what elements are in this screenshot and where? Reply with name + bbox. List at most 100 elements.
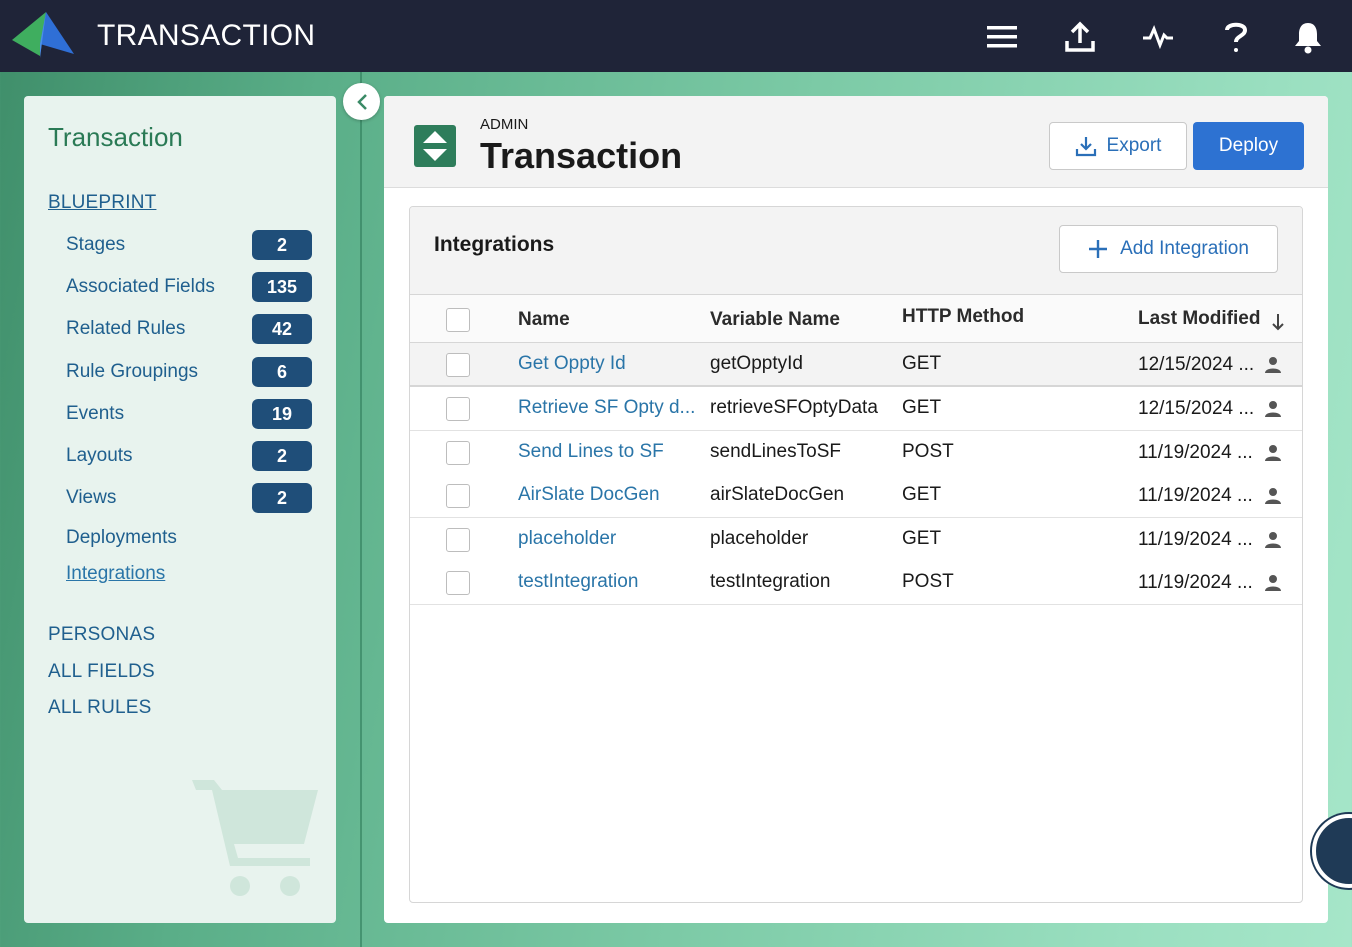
column-header-http-method[interactable]: HTTP Method — [902, 306, 1024, 328]
sidebar-section-all-rules[interactable]: ALL RULES — [48, 697, 152, 719]
sidebar-title: Transaction — [48, 122, 183, 152]
download-icon — [1075, 137, 1096, 157]
collapse-sidebar-button[interactable] — [343, 83, 380, 120]
http-method-cell: GET — [902, 484, 942, 505]
integration-name-link[interactable]: Get Oppty Id — [518, 353, 696, 375]
variable-name-cell: retrieveSFOptyData — [710, 397, 878, 418]
count-badge: 19 — [252, 399, 312, 429]
plus-icon — [1089, 240, 1108, 258]
sidebar-item-stages[interactable]: Stages 2 — [66, 230, 312, 260]
sidebar-item-label: Associated Fields — [66, 276, 215, 297]
integration-name-link[interactable]: placeholder — [518, 528, 696, 550]
http-method-cell: POST — [902, 441, 954, 462]
integration-name-link[interactable]: testIntegration — [518, 571, 696, 593]
sidebar-item-integrations[interactable]: Integrations — [66, 559, 312, 589]
page-title: Transaction — [480, 135, 683, 176]
transaction-object-icon — [414, 125, 456, 167]
table-header: Name Variable Name HTTP Method Last Modi… — [410, 295, 1302, 343]
row-checkbox[interactable] — [446, 397, 470, 421]
select-all-checkbox[interactable] — [446, 308, 470, 332]
integration-name-link[interactable]: AirSlate DocGen — [518, 484, 696, 506]
table-row[interactable]: AirSlate DocGen airSlateDocGen GET 11/19/20… — [410, 474, 1302, 518]
sidebar: Transaction BLUEPRINT Stages 2 Associate… — [24, 96, 336, 923]
menu-icon[interactable] — [982, 18, 1022, 56]
app-title: TRANSACTION — [97, 19, 316, 52]
last-modified-cell: 11/19/2024 ... — [1138, 485, 1253, 506]
integration-name-link[interactable]: Retrieve SF Opty d... — [518, 397, 696, 419]
sidebar-item-events[interactable]: Events 19 — [66, 399, 312, 429]
sidebar-item-label: Rule Groupings — [66, 361, 199, 382]
integrations-title: Integrations — [434, 233, 555, 256]
activity-icon[interactable] — [1138, 18, 1178, 56]
bell-icon[interactable] — [1288, 18, 1328, 56]
user-icon — [1265, 401, 1281, 417]
sidebar-item-deployments[interactable]: Deployments — [66, 523, 312, 553]
row-checkbox[interactable] — [446, 353, 470, 377]
last-modified-cell: 12/15/2024 ... — [1138, 398, 1255, 419]
http-method-cell: GET — [902, 353, 942, 374]
sidebar-item-rule-groupings[interactable]: Rule Groupings 6 — [66, 357, 312, 387]
sort-descending-icon[interactable] — [1271, 313, 1285, 331]
count-badge: 6 — [252, 357, 312, 387]
last-modified-cell: 12/15/2024 ... — [1138, 354, 1255, 375]
sidebar-section-all-fields[interactable]: ALL FIELDS — [48, 661, 155, 683]
last-modified-cell: 11/19/2024 ... — [1138, 442, 1253, 463]
row-checkbox[interactable] — [446, 484, 470, 508]
last-modified-cell: 11/19/2024 ... — [1138, 529, 1253, 550]
last-modified-cell: 11/19/2024 ... — [1138, 572, 1253, 593]
integrations-card-header: Integrations Add Integration — [410, 207, 1302, 295]
table-row[interactable]: placeholder placeholder GET 11/19/2024 ... — [410, 518, 1302, 562]
page-eyebrow: ADMIN — [480, 116, 529, 133]
user-icon — [1265, 357, 1281, 373]
user-icon — [1265, 488, 1281, 504]
variable-name-cell: testIntegration — [710, 571, 831, 592]
variable-name-cell: airSlateDocGen — [710, 484, 845, 505]
sidebar-item-label: Layouts — [66, 445, 133, 466]
variable-name-cell: getOpptyId — [710, 353, 803, 374]
export-label: Export — [1106, 135, 1162, 156]
sidebar-item-associated-fields[interactable]: Associated Fields 135 — [66, 272, 312, 302]
table-row[interactable]: Send Lines to SF sendLinesToSF POST 11/19/2… — [410, 431, 1302, 475]
upload-icon[interactable] — [1060, 18, 1100, 56]
user-icon — [1265, 532, 1281, 548]
count-badge: 135 — [252, 272, 312, 302]
page-header: ADMIN Transaction Export Deploy — [384, 96, 1328, 188]
count-badge: 2 — [252, 483, 312, 513]
sidebar-item-label: Deployments — [66, 527, 177, 548]
export-button[interactable]: Export — [1049, 122, 1187, 170]
top-bar: TRANSACTION — [0, 0, 1352, 72]
integrations-card: Integrations Add Integration Name Variab… — [409, 206, 1303, 903]
sidebar-section-blueprint[interactable]: BLUEPRINT — [48, 192, 156, 214]
http-method-cell: GET — [902, 528, 942, 549]
column-header-last-modified[interactable]: Last Modified — [1138, 308, 1260, 330]
sidebar-item-related-rules[interactable]: Related Rules 42 — [66, 314, 312, 344]
table-row[interactable]: Get Oppty Id getOpptyId GET 12/15/2024 ... — [410, 343, 1302, 387]
column-header-variable-name[interactable]: Variable Name — [710, 309, 840, 331]
paper-plane-logo-icon — [12, 12, 74, 58]
sidebar-divider — [360, 72, 362, 947]
add-integration-label: Add Integration — [1120, 238, 1249, 259]
user-icon — [1265, 445, 1281, 461]
http-method-cell: POST — [902, 571, 954, 592]
add-integration-button[interactable]: Add Integration — [1059, 225, 1278, 273]
sidebar-section-personas[interactable]: PERSONAS — [48, 624, 155, 646]
sidebar-item-layouts[interactable]: Layouts 2 — [66, 441, 312, 471]
variable-name-cell: placeholder — [710, 528, 809, 549]
sidebar-item-label: Related Rules — [66, 318, 186, 339]
count-badge: 2 — [252, 230, 312, 260]
row-checkbox[interactable] — [446, 441, 470, 465]
row-checkbox[interactable] — [446, 571, 470, 595]
count-badge: 2 — [252, 441, 312, 471]
user-icon — [1265, 575, 1281, 591]
sidebar-item-label: Views — [66, 487, 117, 508]
column-header-name[interactable]: Name — [518, 309, 570, 331]
main-panel: ADMIN Transaction Export Deploy Integrat… — [384, 96, 1328, 923]
integration-name-link[interactable]: Send Lines to SF — [518, 441, 696, 463]
help-icon[interactable] — [1216, 18, 1256, 56]
table-row[interactable]: Retrieve SF Opty d... retrieveSFOptyData G… — [410, 387, 1302, 431]
cart-icon — [192, 780, 318, 896]
row-checkbox[interactable] — [446, 528, 470, 552]
deploy-button[interactable]: Deploy — [1193, 122, 1304, 170]
sidebar-item-views[interactable]: Views 2 — [66, 483, 312, 513]
table-row[interactable]: testIntegration testIntegration POST 11/19/… — [410, 561, 1302, 605]
